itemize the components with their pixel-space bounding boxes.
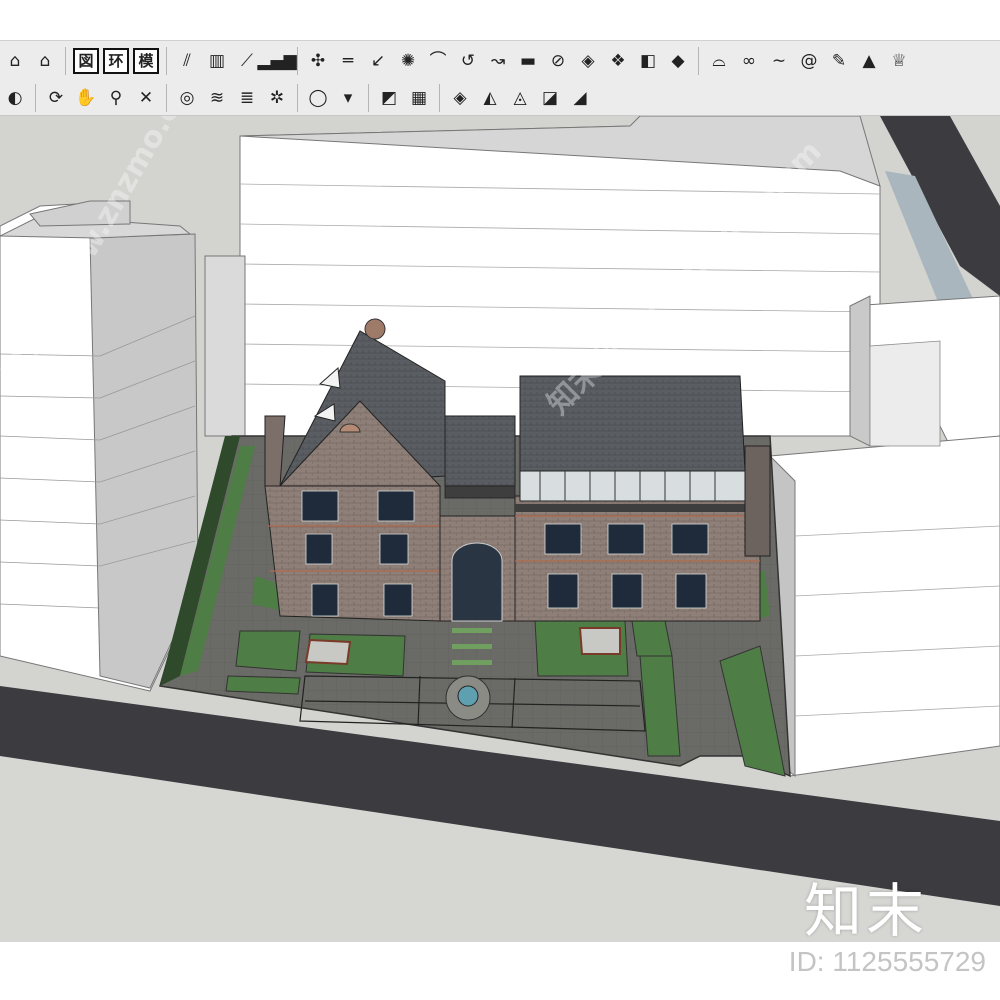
axis-icon[interactable]: ✣ [305, 48, 331, 74]
cjk-huan-icon[interactable]: 环 [103, 48, 129, 74]
solid-subtract-icon[interactable]: ◬ [507, 85, 533, 111]
toolbar-separator [35, 84, 36, 112]
curve-tool-icon[interactable]: ↝ [485, 48, 511, 74]
texture-grid-icon[interactable]: ▦ [406, 85, 432, 111]
balcony-rail [444, 485, 516, 499]
column-icon[interactable]: ▥ [204, 48, 230, 74]
orbit-icon[interactable]: ⟳ [43, 85, 69, 111]
pencil-icon[interactable]: ✎ [826, 48, 852, 74]
warehouse-icon[interactable]: ⌂ [32, 48, 58, 74]
toolbar-secondary: ◐ ⟳ ✋ ⚲ ✕ ◎ ≋ ≣ ✲ ◯ ▾ ◩ ▦ ◈ ◭ ◬ ◪ ◢ [0, 81, 1000, 116]
paint-bucket-icon[interactable]: ◐ [2, 85, 28, 111]
scene-3d-model: 知末网www.znzmo.com 知末网www.znzmo.com [0, 116, 1000, 942]
chain-icon[interactable]: ∞ [736, 48, 762, 74]
home-icon[interactable]: ⌂ [2, 48, 28, 74]
roof-icon[interactable]: ◆ [665, 48, 691, 74]
spiral-icon[interactable]: @ [796, 48, 822, 74]
wave-icon[interactable]: ∼ [766, 48, 792, 74]
villa-dome-top [364, 318, 386, 340]
villa-main-door [451, 542, 503, 622]
cjk-tu-icon[interactable]: 図 [73, 48, 99, 74]
node-icon[interactable]: ⊘ [545, 48, 571, 74]
grid-plane-icon[interactable]: ◈ [575, 48, 601, 74]
texture-face-icon[interactable]: ◩ [376, 85, 402, 111]
sandbox-contour-icon[interactable]: ◎ [174, 85, 200, 111]
watermark-id: ID: 1125555729 [788, 946, 986, 977]
grid-move-icon[interactable]: ❖ [605, 48, 631, 74]
toolbar-separator [65, 47, 66, 75]
user-dropdown-icon[interactable]: ◯ [305, 85, 331, 111]
bend-arrow-icon[interactable]: ↙ [365, 48, 391, 74]
planter-right [578, 627, 621, 655]
lawn-bed-left [235, 630, 301, 672]
planter-left [304, 638, 352, 666]
toolbar-separator [166, 84, 167, 112]
offset-lines-icon[interactable]: ═ [335, 48, 361, 74]
solid-trim-icon[interactable]: ◪ [537, 85, 563, 111]
toolbar-separator [166, 47, 167, 75]
bar-chart-icon[interactable]: ▂▄▆ [257, 48, 296, 74]
sandbox-drape-icon[interactable]: ✲ [264, 85, 290, 111]
zoom-icon[interactable]: ⚲ [103, 85, 129, 111]
arc-cap-icon[interactable]: ⌓ [706, 48, 732, 74]
toolbar-separator [368, 84, 369, 112]
building-right-lower [769, 435, 1000, 777]
chevron-down-icon[interactable]: ▾ [335, 85, 361, 111]
sandbox-scratch-icon[interactable]: ≋ [204, 85, 230, 111]
fountain-sculpture [457, 685, 479, 707]
watermark-logo: 知末 [803, 877, 928, 945]
crown-icon[interactable]: ♕ [886, 48, 912, 74]
slab-icon[interactable]: ▬ [515, 48, 541, 74]
cjk-mo-icon[interactable]: 模 [133, 48, 159, 74]
zoom-extents-icon[interactable]: ✕ [133, 85, 159, 111]
terrain-icon[interactable]: ▲ [856, 48, 882, 74]
solid-split-icon[interactable]: ◢ [567, 85, 593, 111]
model-viewport[interactable]: 知末网www.znzmo.com 知末网www.znzmo.com [0, 116, 1000, 942]
sandbox-stamp-icon[interactable]: ≣ [234, 85, 260, 111]
toolbar-separator [439, 84, 440, 112]
solid-intersect-icon[interactable]: ◭ [477, 85, 503, 111]
toolbar-separator [297, 47, 298, 75]
block-icon[interactable]: ◧ [635, 48, 661, 74]
pan-hand-icon[interactable]: ✋ [73, 85, 99, 111]
villa-right-gallery [519, 470, 746, 502]
explode-icon[interactable]: ✺ [395, 48, 421, 74]
toolbar-separator [698, 47, 699, 75]
stairs-icon[interactable]: ⫽ [174, 48, 200, 74]
rotate-icon[interactable]: ↺ [455, 48, 481, 74]
arch-icon[interactable]: ⌒ [425, 48, 451, 74]
solid-union-icon[interactable]: ◈ [447, 85, 473, 111]
toolbar-main: ⌂ ⌂ 図环模 ⫽ ▥ ⟋ ▂▄▆ ✣ ═ ↙ ✺ ⌒ ↺ ↝ ▬ ⊘ ◈ ❖ ◧ ◆ ⌓ ∞ ∼ @ ✎ ▲ ♕ [0, 40, 1000, 82]
toolbar-separator [297, 84, 298, 112]
